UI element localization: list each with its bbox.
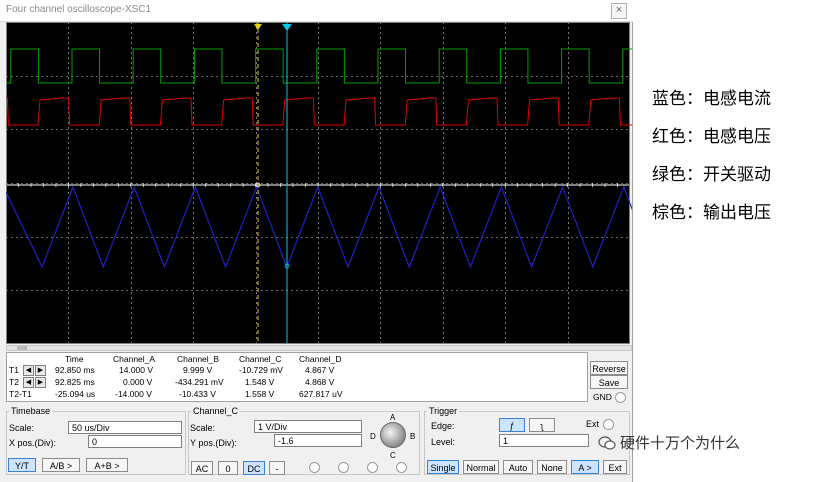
t2-time: 92.825 ms: [55, 377, 95, 387]
yt-mode-button[interactable]: Y/T: [8, 458, 36, 472]
diff-a: -14.000 V: [115, 389, 152, 399]
ext-radio[interactable]: [603, 419, 614, 430]
diff-c: 1.558 V: [245, 389, 275, 399]
timebase-scale-label: Scale:: [9, 423, 35, 433]
legend-green: 绿色：开关驱动: [652, 165, 771, 185]
channel-select-knob[interactable]: [380, 422, 406, 448]
scrollbar-thumb[interactable]: [17, 346, 27, 350]
window-title: Four channel oscilloscope-XSC1: [6, 4, 152, 15]
t1-c: -10.729 mV: [239, 365, 283, 375]
knob-label-d: D: [370, 432, 376, 441]
zero-coupling-button[interactable]: 0: [218, 461, 238, 475]
dc-coupling-button[interactable]: DC: [243, 461, 265, 475]
legend-brown: 棕色：输出电压: [652, 203, 771, 223]
t1-a: 14.000 V: [119, 365, 154, 375]
rising-edge-icon[interactable]: ƒ: [499, 418, 525, 432]
channel-title: Channel_C: [191, 406, 241, 416]
channel-radio-4[interactable]: [396, 462, 407, 473]
channel-radio-1[interactable]: [309, 462, 320, 473]
trigger-source-button[interactable]: A >: [571, 460, 599, 474]
knob-label-b: B: [410, 432, 416, 441]
wechat-logo-icon: [598, 436, 616, 450]
channel-radio-2[interactable]: [338, 462, 349, 473]
aplusb-mode-button[interactable]: A+B >: [86, 458, 128, 472]
edge-label: Edge:: [431, 421, 455, 431]
col-channel-a: Channel_A: [113, 354, 156, 364]
title-bar: Four channel oscilloscope-XSC1 ×: [0, 0, 633, 22]
t2-d: 4.868 V: [305, 377, 335, 387]
trigger-title: Trigger: [427, 406, 460, 416]
ab-mode-button[interactable]: A/B >: [42, 458, 80, 472]
knob-label-a: A: [390, 413, 396, 422]
col-channel-c: Channel_C: [239, 354, 282, 364]
oscilloscope-window: Four channel oscilloscope-XSC1 × Time Ch…: [0, 0, 633, 482]
level-label: Level:: [431, 437, 456, 447]
ext-label: Ext: [586, 419, 600, 429]
t2-a: 0.000 V: [123, 377, 153, 387]
scope-display: [6, 22, 632, 344]
normal-trigger-button[interactable]: Normal: [463, 460, 499, 474]
xpos-input[interactable]: 0: [88, 435, 182, 448]
falling-edge-icon[interactable]: ʅ: [529, 418, 555, 432]
t1-left-arrow-icon[interactable]: ◀: [23, 365, 34, 376]
none-trigger-button[interactable]: None: [537, 460, 567, 474]
row-t1-label: T1: [9, 365, 19, 375]
ypos-label: Y pos.(Div):: [190, 438, 237, 448]
timebase-scale-input[interactable]: 50 us/Div: [68, 421, 182, 434]
ypos-input[interactable]: -1.6: [274, 434, 362, 447]
save-button[interactable]: Save: [590, 375, 628, 389]
xpos-label: X pos.(Div):: [9, 438, 57, 448]
t2-right-arrow-icon[interactable]: ▶: [35, 377, 46, 388]
t2-b: -434.291 mV: [175, 377, 224, 387]
horizontal-scrollbar[interactable]: [6, 345, 632, 351]
reverse-button[interactable]: Reverse: [590, 361, 628, 375]
knob-label-c: C: [390, 451, 396, 460]
col-channel-d: Channel_D: [299, 354, 342, 364]
col-channel-b: Channel_B: [177, 354, 220, 364]
gnd-label: GND: [593, 392, 612, 402]
level-input[interactable]: 1: [499, 434, 589, 447]
timebase-title: Timebase: [9, 406, 53, 416]
t1-right-arrow-icon[interactable]: ▶: [35, 365, 46, 376]
row-diff-label: T2-T1: [9, 389, 32, 399]
ext-trigger-button[interactable]: Ext: [603, 460, 627, 474]
t1-d: 4.867 V: [305, 365, 335, 375]
t1-time: 92.850 ms: [55, 365, 95, 375]
invert-button[interactable]: -: [269, 461, 285, 475]
t2-left-arrow-icon[interactable]: ◀: [23, 377, 34, 388]
t2-c: 1.548 V: [245, 377, 275, 387]
diff-time: -25.094 us: [55, 389, 96, 399]
col-time: Time: [65, 354, 84, 364]
gnd-radio[interactable]: [615, 392, 626, 403]
t1-b: 9.999 V: [183, 365, 213, 375]
row-t2-label: T2: [9, 377, 19, 387]
single-trigger-button[interactable]: Single: [427, 460, 459, 474]
channel-radio-3[interactable]: [367, 462, 378, 473]
ac-coupling-button[interactable]: AC: [191, 461, 213, 475]
scope-screen: [6, 22, 632, 344]
diff-d: 627.817 uV: [299, 389, 343, 399]
legend-blue: 蓝色：电感电流: [652, 89, 771, 109]
watermark-text: 硬件十万个为什么: [620, 435, 741, 452]
cursor-readout-panel: Time Channel_A Channel_B Channel_C Chann…: [6, 352, 588, 402]
channel-scale-input[interactable]: 1 V/Div: [254, 420, 362, 433]
channel-scale-label: Scale:: [190, 423, 216, 433]
close-icon[interactable]: ×: [611, 3, 627, 19]
auto-trigger-button[interactable]: Auto: [503, 460, 533, 474]
legend-red: 红色：电感电压: [652, 127, 771, 147]
diff-b: -10.433 V: [179, 389, 216, 399]
